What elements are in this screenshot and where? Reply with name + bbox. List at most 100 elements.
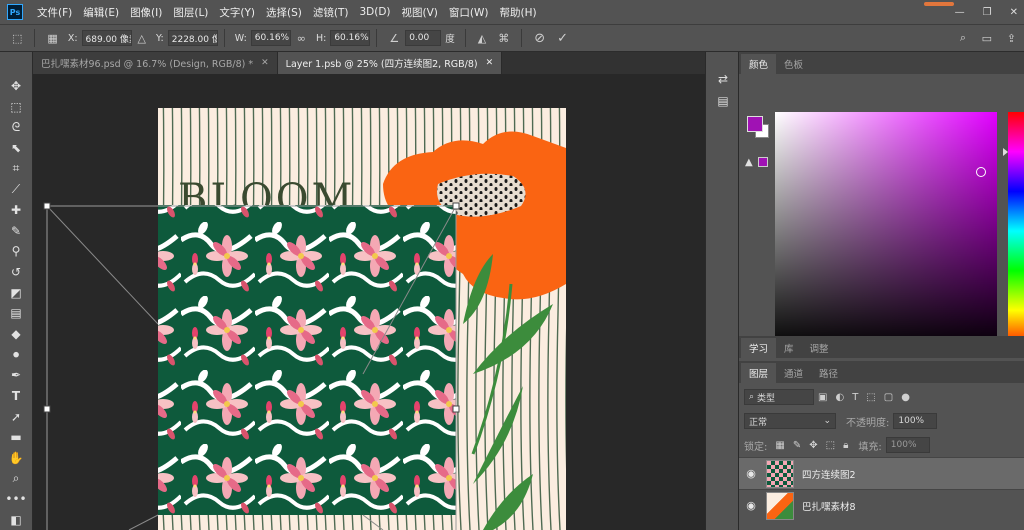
eraser-tool-icon[interactable]: ◩ [4,282,28,303]
commit-transform-icon[interactable]: ✓ [557,31,568,46]
move-tool-icon[interactable]: ✥ [4,76,28,97]
transform-handle[interactable] [452,202,460,210]
menu-select[interactable]: 选择(S) [266,5,302,20]
fill-input[interactable]: 100% [885,437,930,453]
tab-adjustments[interactable]: 调整 [802,338,837,358]
tab-paths[interactable]: 路径 [811,363,846,383]
filter-type-icon[interactable]: T [852,392,858,403]
menu-window[interactable]: 窗口(W) [449,5,489,20]
eyedropper-tool-icon[interactable]: ⟋ [4,179,28,200]
close-tab-icon[interactable]: ✕ [486,58,494,68]
tab-channels[interactable]: 通道 [776,363,811,383]
x-input[interactable]: 689.00 像素 [81,30,132,46]
type-tool-icon[interactable]: T [4,386,28,407]
opacity-input[interactable]: 100% [893,413,938,429]
marquee-tool-icon[interactable]: ⬚ [4,97,28,118]
blur-tool-icon[interactable]: ◆ [4,324,28,345]
lock-pixels-icon[interactable]: ✎ [793,440,801,451]
tab-layers[interactable]: 图层 [741,363,777,383]
cancel-transform-icon[interactable]: ⊘ [534,31,545,46]
tab-learn[interactable]: 学习 [741,338,777,358]
foreground-color-swatch[interactable] [747,116,763,132]
layer-filter-select[interactable]: ⌕ 类型 [744,389,814,405]
menu-layer[interactable]: 图层(L) [173,5,208,20]
rectangle-tool-icon[interactable]: ▬ [4,427,28,448]
lock-position-icon[interactable]: ✥ [809,440,817,451]
transform-handle[interactable] [43,202,51,210]
color-picker-field[interactable] [775,112,997,350]
hand-tool-icon[interactable]: ✋ [4,448,28,469]
share-icon[interactable]: ⇪ [1007,32,1016,45]
lock-transparent-icon[interactable]: ▦ [775,440,784,451]
tab-libraries[interactable]: 库 [776,338,802,358]
crop-tool-icon[interactable]: ⌗ [4,159,28,180]
zoom-tool-icon[interactable]: ⌕ [4,468,28,489]
y-input[interactable]: 2228.00 像 [167,30,218,46]
transform-handle[interactable] [452,405,460,413]
delta-icon[interactable]: △ [138,32,146,45]
brush-tool-icon[interactable]: ✎ [4,220,28,241]
tab-document-2[interactable]: Layer 1.psb @ 25% (四方连续图2, RGB/8) ✕ [277,52,503,74]
lock-all-icon[interactable]: 🔒︎ [843,440,848,451]
lasso-tool-icon[interactable]: ᘓ [4,117,28,138]
transform-handle[interactable] [43,405,51,413]
menu-filter[interactable]: 滤镜(T) [313,5,349,20]
layer-row[interactable]: ◉ 四方连续图2 [739,457,1024,489]
visibility-eye-icon[interactable]: ◉ [739,499,763,512]
minimize-button[interactable]: — [955,7,965,18]
properties-panel-icon[interactable]: ▤ [706,90,740,112]
menu-help[interactable]: 帮助(H) [500,5,537,20]
gradient-tool-icon[interactable]: ▤ [4,303,28,324]
layer-row[interactable]: ◉ 巴扎嘿素材8 [739,489,1024,521]
tab-color[interactable]: 颜色 [741,54,777,74]
filter-adjustment-icon[interactable]: ◐ [835,392,844,403]
warp-icon[interactable]: ⌘ [498,32,509,45]
lock-artboard-icon[interactable]: ⬚ [826,440,835,451]
menu-edit[interactable]: 编辑(E) [83,5,119,20]
filter-pixel-icon[interactable]: ▣ [818,392,827,403]
blend-mode-value: 正常 [749,417,768,428]
fill-label: 填充: [858,441,882,453]
path-select-tool-icon[interactable]: ➚ [4,406,28,427]
history-brush-tool-icon[interactable]: ↺ [4,262,28,283]
height-input[interactable]: 60.16% [330,30,371,46]
more-tools-icon[interactable]: ••• [4,489,28,510]
divider [376,29,378,47]
width-input[interactable]: 60.16% [250,30,291,46]
menu-type[interactable]: 文字(Y) [219,5,255,20]
healing-brush-tool-icon[interactable]: ✚ [4,200,28,221]
filter-shape-icon[interactable]: ⬚ [866,392,875,403]
workspace-icon[interactable]: ▭ [982,32,992,45]
dodge-tool-icon[interactable]: ⚫ [4,344,28,365]
search-icon[interactable]: ⌕ [960,31,966,45]
color-picker-cursor[interactable] [976,167,986,177]
close-tab-icon[interactable]: ✕ [261,58,269,68]
gamut-swatch[interactable] [758,157,768,167]
menu-file[interactable]: 文件(F) [37,5,72,20]
skew-icon[interactable]: ◭ [478,32,486,45]
tab-label: 巴扎嘿素材96.psd @ 16.7% (Design, RGB/8) * [41,59,254,70]
clone-stamp-tool-icon[interactable]: ⚲ [4,241,28,262]
restore-button[interactable]: ❐ [983,7,992,18]
menu-3d[interactable]: 3D(D) [359,6,390,18]
filter-smart-object-icon[interactable]: ▢ [884,392,893,403]
filter-toggle-icon[interactable]: ● [901,392,910,403]
link-icon[interactable]: ∞ [297,32,306,45]
canvas-area[interactable]: BLOOM [33,74,705,530]
menu-view[interactable]: 视图(V) [402,5,438,20]
tab-swatches[interactable]: 色板 [776,54,811,74]
pen-tool-icon[interactable]: ✒ [4,365,28,386]
default-colors-icon[interactable]: ◧ [4,509,28,530]
hue-slider[interactable] [1008,112,1024,350]
reference-point-icon[interactable]: ▦ [47,32,57,45]
angle-input[interactable]: 0.00 [405,30,442,46]
visibility-eye-icon[interactable]: ◉ [739,467,763,480]
blend-mode-select[interactable]: 正常 ⌄ [744,413,836,429]
layer-thumbnail [766,491,794,520]
tab-document-1[interactable]: 巴扎嘿素材96.psd @ 16.7% (Design, RGB/8) * ✕ [33,52,278,74]
menu-image[interactable]: 图像(I) [130,5,162,20]
quick-select-tool-icon[interactable]: ⬉ [4,138,28,159]
transform-tool-icon[interactable]: ⬚ [12,32,22,45]
history-panel-icon[interactable]: ⇄ [706,68,740,90]
close-button[interactable]: ✕ [1010,7,1018,18]
